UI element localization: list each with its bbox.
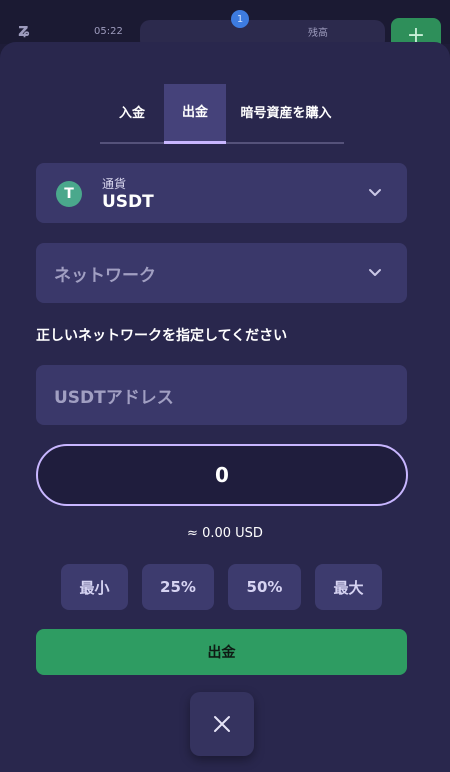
tether-icon: T	[56, 181, 82, 207]
logo-icon: ʑ	[18, 20, 31, 41]
wallet-tabs: 入金 出金 暗号資産を購入	[100, 84, 344, 144]
address-input[interactable]: USDTアドレス	[36, 365, 407, 425]
tab-buy-crypto[interactable]: 暗号資産を購入	[232, 84, 340, 144]
amount-input[interactable]: 0	[36, 444, 408, 506]
background-header: ʑ 05:22 1 残高 +	[0, 0, 450, 52]
header-time: 05:22	[94, 26, 123, 37]
50-percent-button[interactable]: 50%	[228, 564, 301, 610]
chevron-down-icon	[369, 189, 381, 196]
tab-deposit[interactable]: 入金	[100, 84, 164, 144]
chevron-down-icon	[369, 269, 381, 276]
currency-value: USDT	[102, 192, 154, 212]
amount-usd-equivalent: ≈ 0.00 USD	[187, 526, 263, 541]
network-select[interactable]: ネットワーク	[36, 243, 407, 303]
currency-label: 通貨	[102, 177, 127, 191]
balance-label: 残高	[308, 28, 328, 39]
withdraw-button[interactable]: 出金	[36, 629, 407, 675]
tab-withdraw[interactable]: 出金	[164, 84, 226, 144]
currency-select[interactable]: T 通貨 USDT	[36, 163, 407, 223]
close-icon	[214, 716, 230, 732]
network-placeholder: ネットワーク	[54, 265, 156, 286]
address-placeholder: USDTアドレス	[54, 387, 174, 408]
min-button[interactable]: 最小	[61, 564, 128, 610]
max-button[interactable]: 最大	[315, 564, 382, 610]
close-button[interactable]	[190, 692, 254, 756]
network-hint: 正しいネットワークを指定してください	[36, 328, 288, 344]
25-percent-button[interactable]: 25%	[142, 564, 214, 610]
notification-badge: 1	[231, 10, 249, 28]
